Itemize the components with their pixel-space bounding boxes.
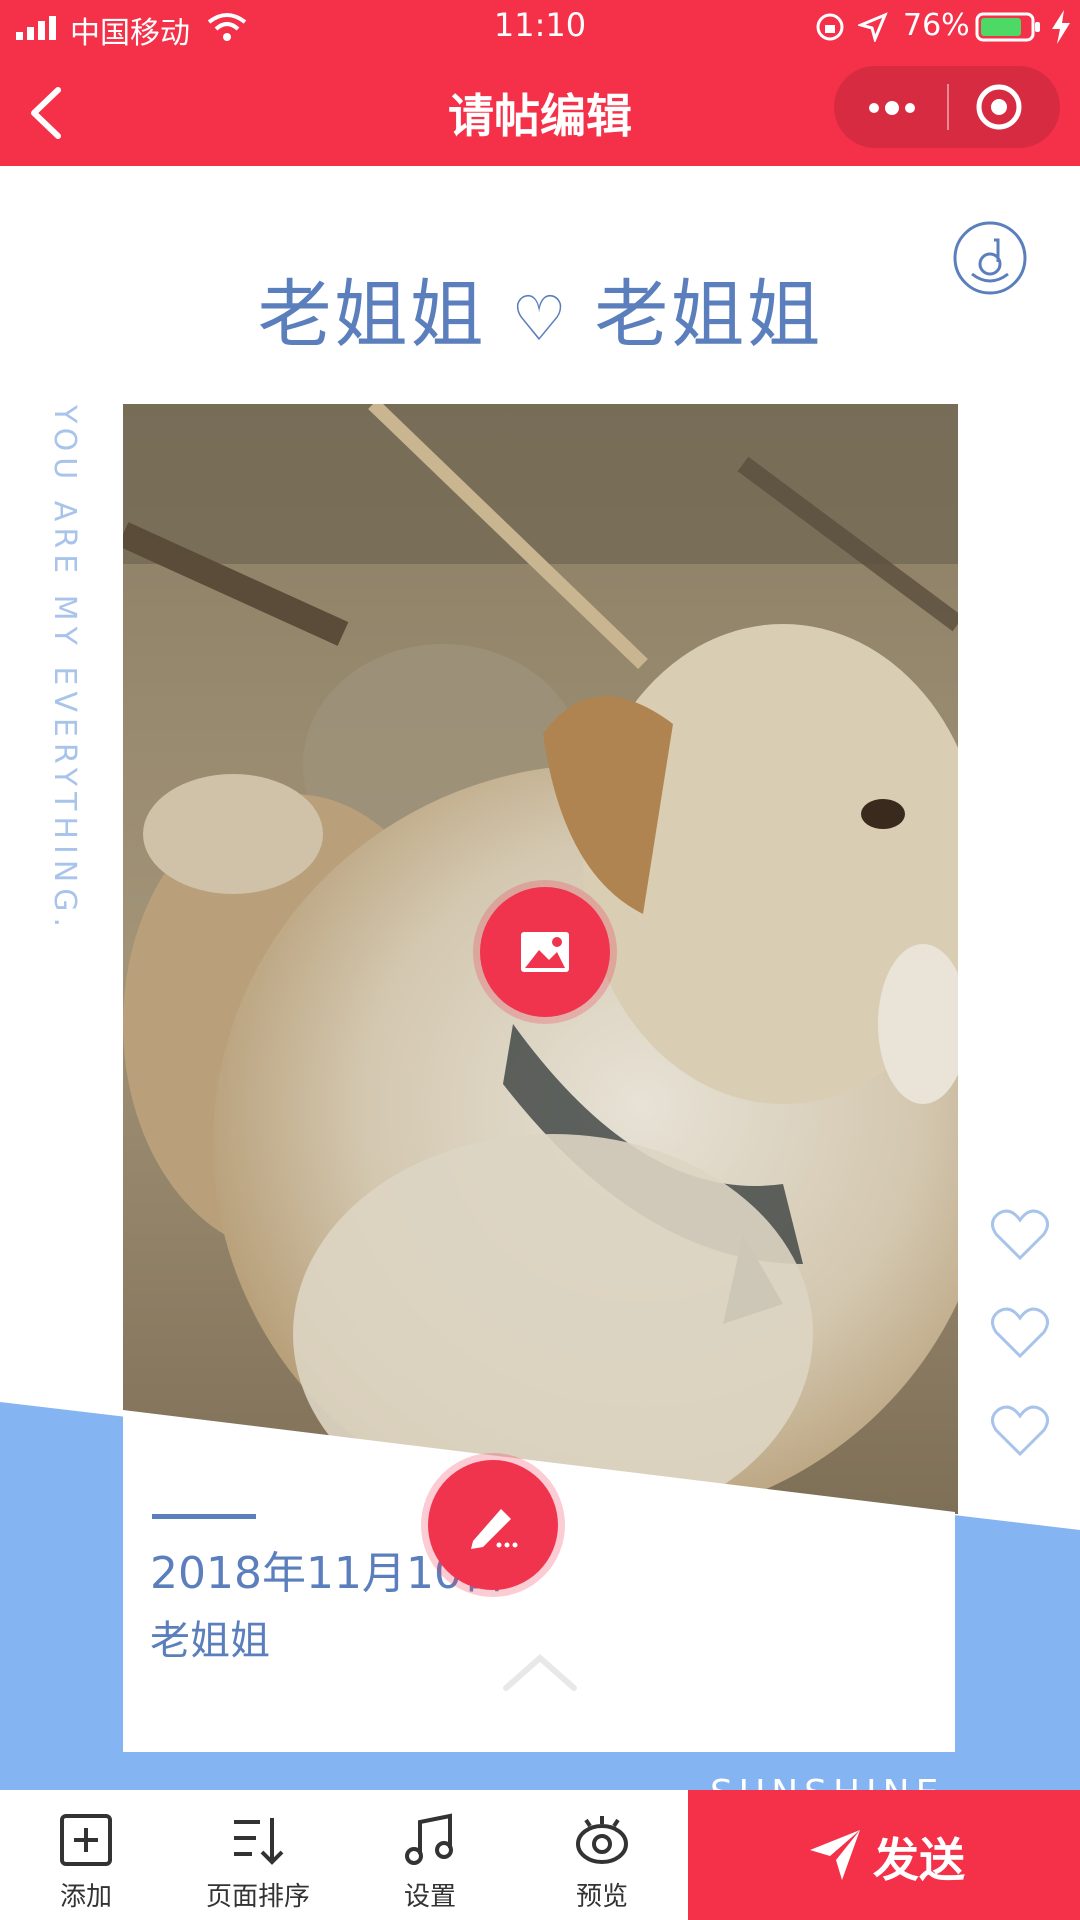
heart-outline-icon [991, 1209, 1049, 1261]
status-bar: 中国移动 11:10 76% [0, 0, 1080, 56]
capsule-divider [947, 84, 949, 130]
rotation-lock-icon [816, 13, 844, 41]
invitation-title[interactable]: 老姐姐 ♡ 老姐姐 [0, 255, 1080, 362]
title-name-right: 老姐姐 [594, 272, 823, 358]
music-note-icon [405, 1813, 453, 1865]
paper-plane-icon [810, 1830, 860, 1880]
charging-bolt-icon [1052, 10, 1070, 44]
more-dots-icon[interactable] [864, 88, 920, 128]
send-button[interactable]: 发送 [688, 1790, 1080, 1920]
music-disc-icon[interactable] [950, 218, 1030, 298]
settings-label: 设置 [403, 1882, 456, 1912]
add-page-button[interactable]: 添加 [0, 1790, 172, 1920]
heart-outline-icon [991, 1307, 1049, 1359]
pencil-edit-icon [471, 1509, 518, 1549]
header-bar: 中国移动 11:10 76% 请帖编辑 [0, 0, 1080, 166]
sort-icon [234, 1818, 284, 1865]
add-label: 添加 [59, 1882, 112, 1912]
heart-decorations [990, 1208, 1050, 1502]
target-circle-icon[interactable] [974, 82, 1024, 132]
location-icon [858, 12, 888, 42]
caption-name[interactable]: 老姐姐 [150, 1608, 270, 1666]
sort-pages-button[interactable]: 页面排序 [172, 1790, 344, 1920]
battery-icon [975, 12, 1040, 42]
send-label: 发送 [873, 1833, 965, 1887]
mini-program-capsule [834, 66, 1060, 148]
edit-text-button[interactable] [428, 1460, 558, 1590]
sort-label: 页面排序 [205, 1882, 310, 1912]
heart-outline-icon [991, 1405, 1049, 1457]
settings-button[interactable]: 设置 [344, 1790, 516, 1920]
caption-accent-line [152, 1514, 256, 1519]
battery-percent: 76% [903, 8, 970, 43]
navigation-bar: 请帖编辑 [0, 56, 1080, 166]
chevron-up-icon[interactable] [500, 1650, 580, 1694]
eye-icon [576, 1816, 628, 1864]
title-heart: ♡ [511, 282, 569, 355]
bottom-toolbar: 添加 页面排序 设置 预览 发送 [0, 1790, 1080, 1920]
title-name-left: 老姐姐 [257, 272, 486, 358]
vertical-tagline: YOU ARE MY EVERYTHING. [47, 405, 82, 934]
preview-label: 预览 [575, 1882, 628, 1912]
image-icon [521, 932, 569, 972]
add-square-icon [60, 1814, 112, 1866]
preview-button[interactable]: 预览 [516, 1790, 688, 1920]
replace-image-button[interactable] [480, 887, 610, 1017]
